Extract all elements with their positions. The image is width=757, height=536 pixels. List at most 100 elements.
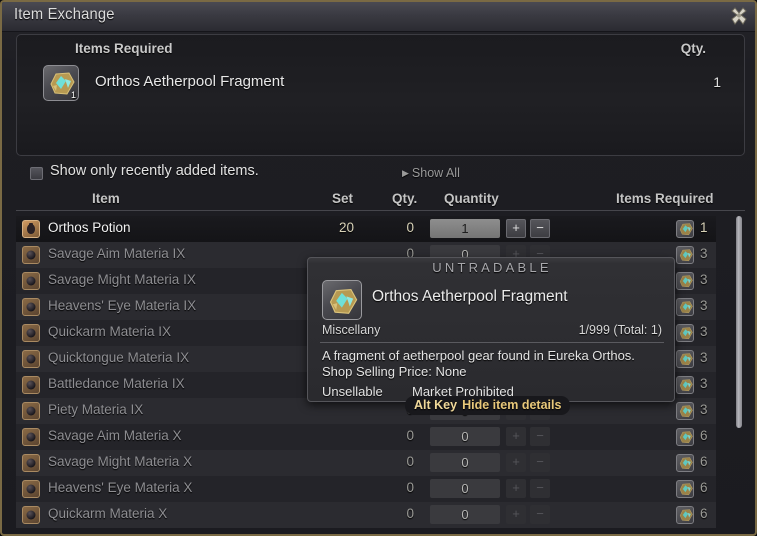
row-quantity-decrease-button[interactable]: − [530, 479, 550, 498]
show-all-label: Show All [412, 166, 460, 180]
filter-bar: Show only recently added items. ▶Show Al… [2, 162, 757, 188]
row-item-name: Savage Might Materia X [48, 454, 192, 469]
row-set-value: 20 [296, 220, 354, 235]
aetherpool-fragment-icon [676, 454, 694, 472]
row-required-count: 3 [700, 324, 708, 339]
chevron-right-icon: ▶ [402, 168, 409, 178]
row-required-count: 6 [700, 454, 708, 469]
row-quantity-decrease-button[interactable]: − [530, 219, 550, 238]
column-header-quantity: Quantity [444, 191, 499, 206]
show-all-button[interactable]: ▶Show All [402, 166, 460, 180]
row-quantity-input[interactable]: 1 [430, 219, 500, 238]
row-quantity-increase-button[interactable]: + [506, 453, 526, 472]
row-quantity-input[interactable]: 0 [430, 453, 500, 472]
materia-icon [22, 350, 40, 368]
row-required-count: 3 [700, 376, 708, 391]
alt-key-label: Alt Key [414, 398, 457, 412]
items-required-qty-header: Qty. [681, 41, 706, 56]
row-quantity-increase-button[interactable]: + [506, 505, 526, 524]
row-item-name: Savage Aim Materia X [48, 428, 182, 443]
window-titlebar: Item Exchange [2, 2, 757, 32]
row-item-name: Quickarm Materia IX [48, 324, 171, 339]
tooltip-item-category: Miscellany [322, 323, 380, 337]
column-headers: Item Set Qty. Quantity Items Required [16, 190, 745, 211]
table-row[interactable]: Savage Aim Materia X 0 0 +− 6 [16, 424, 716, 450]
row-item-name: Heavens' Eye Materia IX [48, 298, 196, 313]
aetherpool-fragment-icon [676, 246, 694, 264]
row-required-count: 3 [700, 272, 708, 287]
materia-icon [22, 272, 40, 290]
row-quantity-decrease-button[interactable]: − [530, 505, 550, 524]
aetherpool-fragment-icon [676, 376, 694, 394]
icon-quantity-badge: 1 [71, 90, 76, 100]
row-item-name: Quicktongue Materia IX [48, 350, 189, 365]
row-quantity-input[interactable]: 0 [430, 479, 500, 498]
required-item-row[interactable]: 1 Orthos Aetherpool Fragment 1 [43, 65, 733, 105]
aetherpool-fragment-icon [676, 220, 694, 238]
row-item-name: Heavens' Eye Materia X [48, 480, 192, 495]
materia-icon [22, 246, 40, 264]
row-required-count: 6 [700, 506, 708, 521]
show-recent-label[interactable]: Show only recently added items. [50, 163, 259, 179]
materia-icon [22, 506, 40, 524]
row-quantity-input[interactable]: 0 [430, 427, 500, 446]
page-title: Item Exchange [14, 6, 115, 24]
tooltip-item-name: Orthos Aetherpool Fragment [372, 288, 568, 306]
row-required-count: 3 [700, 246, 708, 261]
list-scrollbar-track[interactable] [735, 216, 743, 528]
row-quantity-increase-button[interactable]: + [506, 219, 526, 238]
row-item-name: Savage Aim Materia IX [48, 246, 185, 261]
aetherpool-fragment-icon [676, 428, 694, 446]
aetherpool-fragment-icon: 1 [43, 65, 79, 101]
close-icon[interactable] [727, 5, 751, 29]
aetherpool-fragment-icon [676, 272, 694, 290]
row-item-name: Piety Materia IX [48, 402, 143, 417]
column-header-items-required: Items Required [616, 191, 714, 206]
row-required-count: 1 [700, 220, 708, 235]
row-qty-value: 0 [368, 454, 414, 469]
row-quantity-decrease-button[interactable]: − [530, 427, 550, 446]
row-qty-value: 0 [368, 506, 414, 521]
aetherpool-fragment-icon [676, 324, 694, 342]
materia-icon [22, 428, 40, 446]
row-required-count: 6 [700, 428, 708, 443]
materia-icon [22, 480, 40, 498]
items-required-panel: Items Required Qty. 1 Orthos Aetherpool … [16, 34, 745, 156]
tooltip-item-description: A fragment of aetherpool gear found in E… [322, 347, 635, 364]
table-row[interactable]: Savage Might Materia X 0 0 +− 6 [16, 450, 716, 476]
tooltip-untradable-label: UNTRADABLE [308, 260, 676, 275]
aetherpool-fragment-icon [676, 402, 694, 420]
row-required-count: 3 [700, 402, 708, 417]
row-qty-value: 0 [368, 428, 414, 443]
row-required-count: 3 [700, 350, 708, 365]
materia-icon [22, 298, 40, 316]
tooltip-divider [320, 342, 664, 343]
aetherpool-fragment-icon [676, 350, 694, 368]
items-required-header: Items Required [75, 41, 173, 56]
table-row[interactable]: Heavens' Eye Materia X00+−6 [16, 476, 716, 502]
show-recent-checkbox[interactable] [30, 167, 43, 180]
list-scrollbar-thumb[interactable] [736, 216, 742, 428]
materia-icon [22, 454, 40, 472]
item-detail-tooltip: UNTRADABLE Orthos Aetherpool Fragment Mi… [307, 257, 675, 402]
tooltip-item-stack: 1/999 (Total: 1) [579, 323, 662, 337]
materia-icon [22, 402, 40, 420]
row-quantity-increase-button[interactable]: + [506, 479, 526, 498]
row-quantity-increase-button[interactable]: + [506, 427, 526, 446]
row-required-count: 3 [700, 298, 708, 313]
table-row[interactable]: Quickarm Materia X00+−6 [16, 502, 716, 528]
row-item-name: Orthos Potion [48, 220, 131, 235]
row-item-name: Savage Might Materia IX [48, 272, 196, 287]
tooltip-flag-unsellable: Unsellable [322, 384, 383, 399]
row-quantity-input[interactable]: 0 [430, 505, 500, 524]
alt-key-hint: Alt Key Hide item details [405, 396, 570, 415]
aetherpool-fragment-icon [676, 480, 694, 498]
materia-icon [22, 376, 40, 394]
potion-icon [22, 220, 40, 238]
table-row[interactable]: Orthos Potion2001+−1 [16, 216, 716, 242]
row-required-count: 6 [700, 480, 708, 495]
row-quantity-decrease-button[interactable]: − [530, 453, 550, 472]
item-exchange-window: Item Exchange Items Required Qty. 1 [0, 0, 757, 536]
alt-action-label: Hide item details [462, 398, 561, 412]
row-item-name: Battledance Materia IX [48, 376, 185, 391]
